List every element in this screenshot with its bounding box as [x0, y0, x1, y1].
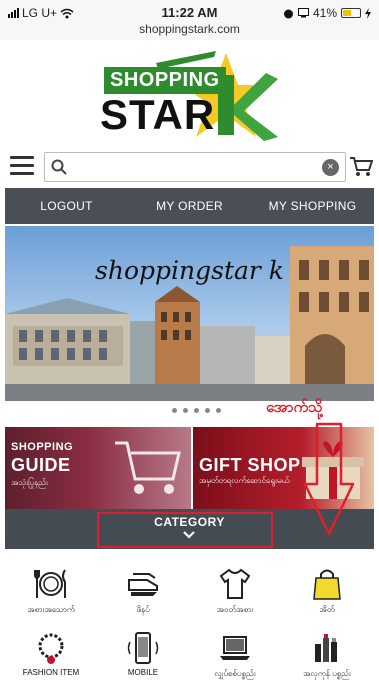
gift-line2: GIFT SHOP [199, 455, 301, 475]
category-label-clothing: အဝတ်အစား [216, 605, 254, 614]
dining-icon [34, 569, 66, 598]
shoe-icon [128, 573, 158, 596]
nav-my-shopping[interactable]: MY SHOPPING [251, 188, 374, 224]
category-clothing[interactable]: အဝတ်အစား [189, 566, 281, 616]
search-box[interactable]: × [44, 152, 346, 182]
clear-search-icon[interactable]: × [322, 159, 339, 176]
status-right: 41% [283, 6, 371, 20]
shirt-icon [219, 568, 251, 599]
logo-word-shopping: SHOPPING [104, 67, 226, 94]
menu-icon[interactable] [10, 156, 34, 176]
screen-icon [297, 8, 309, 18]
mobile-icon [127, 632, 159, 664]
nav-my-order[interactable]: MY ORDER [128, 188, 251, 224]
shoppingstar-logo[interactable]: SHOPPING STAR [96, 45, 286, 145]
charging-icon [365, 7, 371, 19]
search-icon [51, 159, 67, 175]
category-mobile[interactable]: MOBILE [97, 630, 189, 677]
nav-logout[interactable]: LOGOUT [5, 188, 128, 224]
banner-cityscape [5, 246, 374, 401]
cart-graphic [115, 441, 181, 494]
search-row: × [0, 152, 379, 182]
battery-percent: 41% [312, 6, 337, 20]
hero-banner[interactable]: shoppingstar k [5, 226, 374, 401]
shopping-guide-tile[interactable]: SHOPPING GUIDE အသုံးပြုနည်း [5, 427, 191, 509]
guide-line1: SHOPPING [11, 441, 74, 453]
category-bags[interactable]: အိတ် [281, 566, 373, 616]
red-down-arrow-annotation [303, 422, 355, 536]
category-label-food: အစားအသောက် [27, 605, 75, 614]
category-label-mobile: MOBILE [127, 668, 159, 677]
category-food[interactable]: အစားအသောက် [5, 566, 97, 616]
category-label-shoes: ဖိနပ် [136, 605, 150, 614]
alarm-icon [283, 9, 293, 18]
cart-icon[interactable] [349, 156, 373, 178]
top-nav: LOGOUT MY ORDER MY SHOPPING [5, 188, 374, 224]
search-input[interactable] [73, 157, 313, 177]
bag-icon [313, 569, 341, 600]
cosmetics-icon [315, 634, 337, 662]
category-label-fashion-item: FASHION ITEM [22, 668, 80, 677]
address-url[interactable]: shoppingstark.com [0, 22, 379, 36]
category-label-electronics: လျှပ်စစ်ပစ္စည်း [214, 669, 256, 678]
category-label-bags: အိတ် [319, 605, 335, 614]
logo-word-star: STAR [100, 91, 216, 138]
carousel-dots[interactable] [172, 408, 221, 413]
category-cosmetics[interactable]: အလှကုန် ပစ္စည်း [281, 630, 373, 680]
category-shoes[interactable]: ဖိနပ် [97, 566, 189, 616]
category-highlight-box[interactable] [97, 512, 273, 548]
category-label-cosmetics: အလှကုန် ပစ္စည်း [303, 669, 351, 678]
guide-line3: အသုံးပြုနည်း [11, 478, 48, 487]
category-electronics[interactable]: လျှပ်စစ်ပစ္စည်း [189, 630, 281, 680]
status-bar: LG U+ 11:22 AM shoppingstark.com 41% [0, 0, 379, 40]
annotation-down-label: အောက်သို့ [266, 399, 323, 416]
guide-line2: GUIDE [11, 455, 71, 475]
gift-line3: အမှတ်တရလက်ဆောင်ရွေးမယ် [199, 476, 290, 485]
laptop-icon [220, 636, 250, 660]
battery-icon [341, 8, 361, 18]
necklace-icon [38, 633, 64, 664]
banner-title: shoppingstar k [95, 256, 284, 285]
category-fashion-item[interactable]: FASHION ITEM [5, 630, 97, 677]
